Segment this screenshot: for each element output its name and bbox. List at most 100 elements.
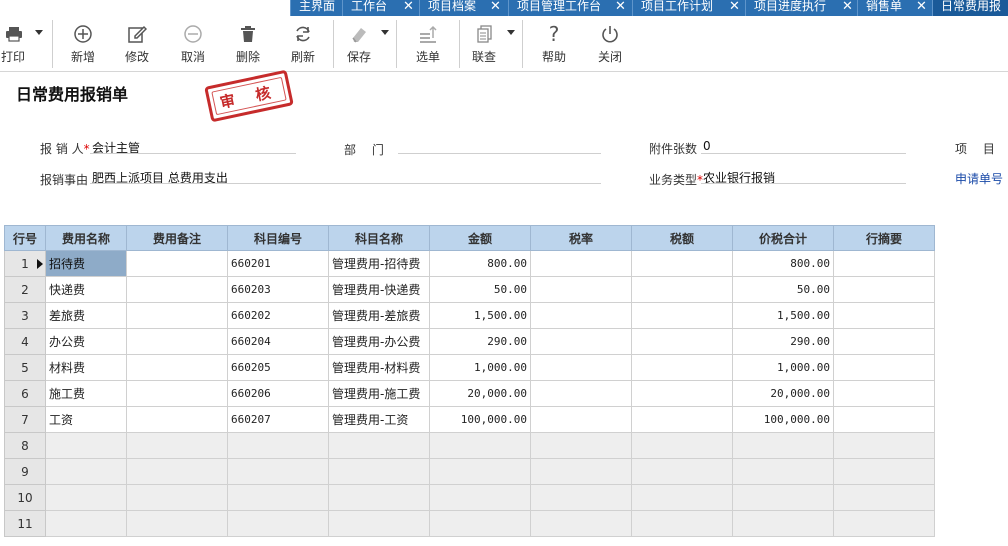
fee-name-cell[interactable] [45, 458, 127, 485]
subject-name-cell[interactable]: 管理费用-办公费 [328, 328, 430, 355]
total-cell[interactable]: 20,000.00 [732, 380, 834, 407]
fee-name-cell[interactable]: 材料费 [45, 354, 127, 381]
amount-cell[interactable] [429, 458, 531, 485]
subject-name-cell[interactable]: 管理费用-快递费 [328, 276, 430, 303]
tax-rate-cell[interactable] [530, 484, 632, 511]
tax-cell[interactable] [631, 510, 733, 537]
summary-cell[interactable] [833, 406, 935, 433]
close-icon[interactable]: ✕ [403, 0, 414, 13]
subject-name-cell[interactable] [328, 510, 430, 537]
col-header-name[interactable]: 费用名称 [45, 225, 127, 251]
col-header-tax-rate[interactable]: 税率 [530, 225, 632, 251]
table-row[interactable]: 1 招待费 660201 管理费用-招待费 800.00 800.00 [4, 250, 935, 277]
print-button[interactable]: 打印 [0, 22, 26, 65]
amount-cell[interactable]: 20,000.00 [429, 380, 531, 407]
tax-cell[interactable] [631, 276, 733, 303]
fee-name-cell[interactable]: 工资 [45, 406, 127, 433]
summary-cell[interactable] [833, 328, 935, 355]
subject-code-cell[interactable]: 660203 [227, 276, 329, 303]
fee-note-cell[interactable] [126, 484, 228, 511]
col-header-code[interactable]: 科目编号 [227, 225, 329, 251]
subject-code-cell[interactable]: 660202 [227, 302, 329, 329]
tax-rate-cell[interactable] [530, 432, 632, 459]
subject-name-cell[interactable]: 管理费用-招待费 [328, 250, 430, 277]
summary-cell[interactable] [833, 250, 935, 277]
subject-name-cell[interactable]: 管理费用-材料费 [328, 354, 430, 381]
amount-cell[interactable] [429, 484, 531, 511]
col-header-tax[interactable]: 税额 [631, 225, 733, 251]
col-header-subject[interactable]: 科目名称 [328, 225, 430, 251]
fee-name-cell[interactable]: 办公费 [45, 328, 127, 355]
tab-project-progress[interactable]: 项目进度执行 ✕ [745, 0, 857, 16]
subject-name-cell[interactable] [328, 458, 430, 485]
total-cell[interactable]: 290.00 [732, 328, 834, 355]
table-row[interactable]: 3 差旅费 660202 管理费用-差旅费 1,500.00 1,500.00 [4, 302, 935, 329]
fee-name-cell[interactable] [45, 432, 127, 459]
tax-rate-cell[interactable] [530, 328, 632, 355]
summary-cell[interactable] [833, 458, 935, 485]
table-row[interactable]: 9 [4, 458, 935, 485]
table-row[interactable]: 8 [4, 432, 935, 459]
tax-cell[interactable] [631, 406, 733, 433]
tax-cell[interactable] [631, 302, 733, 329]
table-row[interactable]: 6 施工费 660206 管理费用-施工费 20,000.00 20,000.00 [4, 380, 935, 407]
save-dropdown-chevron-down-icon[interactable] [381, 30, 389, 35]
tax-rate-cell[interactable] [530, 510, 632, 537]
table-row[interactable]: 5 材料费 660205 管理费用-材料费 1,000.00 1,000.00 [4, 354, 935, 381]
table-row[interactable]: 10 [4, 484, 935, 511]
tax-cell[interactable] [631, 250, 733, 277]
subject-name-cell[interactable]: 管理费用-工资 [328, 406, 430, 433]
col-header-note[interactable]: 费用备注 [126, 225, 228, 251]
total-cell[interactable]: 800.00 [732, 250, 834, 277]
tax-rate-cell[interactable] [530, 354, 632, 381]
fee-name-cell[interactable]: 招待费 [45, 250, 127, 277]
edit-button[interactable]: 修改 [120, 22, 154, 65]
fee-note-cell[interactable] [126, 458, 228, 485]
print-dropdown-chevron-down-icon[interactable] [35, 30, 43, 35]
fee-note-cell[interactable] [126, 432, 228, 459]
help-button[interactable]: ? 帮助 [537, 22, 571, 65]
table-row[interactable]: 4 办公费 660204 管理费用-办公费 290.00 290.00 [4, 328, 935, 355]
table-row[interactable]: 11 [4, 510, 935, 537]
amount-cell[interactable] [429, 432, 531, 459]
summary-cell[interactable] [833, 510, 935, 537]
tax-cell[interactable] [631, 354, 733, 381]
fee-name-cell[interactable] [45, 484, 127, 511]
summary-cell[interactable] [833, 380, 935, 407]
subject-code-cell[interactable] [227, 458, 329, 485]
summary-cell[interactable] [833, 276, 935, 303]
amount-cell[interactable]: 50.00 [429, 276, 531, 303]
tax-cell[interactable] [631, 484, 733, 511]
fee-note-cell[interactable] [126, 406, 228, 433]
amount-cell[interactable]: 1,500.00 [429, 302, 531, 329]
subject-code-cell[interactable]: 660204 [227, 328, 329, 355]
col-header-amount[interactable]: 金额 [429, 225, 531, 251]
close-button[interactable]: 关闭 [593, 22, 627, 65]
close-icon[interactable]: ✕ [615, 0, 626, 13]
attachments-field[interactable]: 0 [703, 139, 711, 153]
col-header-summary[interactable]: 行摘要 [833, 225, 935, 251]
total-cell[interactable] [732, 432, 834, 459]
subject-name-cell[interactable] [328, 484, 430, 511]
subject-name-cell[interactable]: 管理费用-施工费 [328, 380, 430, 407]
summary-cell[interactable] [833, 354, 935, 381]
total-cell[interactable]: 100,000.00 [732, 406, 834, 433]
table-row[interactable]: 2 快递费 660203 管理费用-快递费 50.00 50.00 [4, 276, 935, 303]
tax-rate-cell[interactable] [530, 276, 632, 303]
amount-cell[interactable]: 100,000.00 [429, 406, 531, 433]
subject-code-cell[interactable] [227, 484, 329, 511]
tax-rate-cell[interactable] [530, 458, 632, 485]
close-icon[interactable]: ✕ [916, 0, 927, 13]
fee-note-cell[interactable] [126, 510, 228, 537]
delete-button[interactable]: 删除 [231, 22, 265, 65]
tab-project-archive[interactable]: 项目档案 ✕ [419, 0, 508, 16]
tab-expense-report[interactable]: 日常费用报 [932, 0, 1008, 16]
total-cell[interactable] [732, 458, 834, 485]
fee-note-cell[interactable] [126, 250, 228, 277]
fee-note-cell[interactable] [126, 328, 228, 355]
linked-query-button[interactable]: 联查 [467, 22, 501, 65]
close-icon[interactable]: ✕ [490, 0, 501, 13]
fee-note-cell[interactable] [126, 354, 228, 381]
total-cell[interactable] [732, 510, 834, 537]
subject-code-cell[interactable]: 660207 [227, 406, 329, 433]
